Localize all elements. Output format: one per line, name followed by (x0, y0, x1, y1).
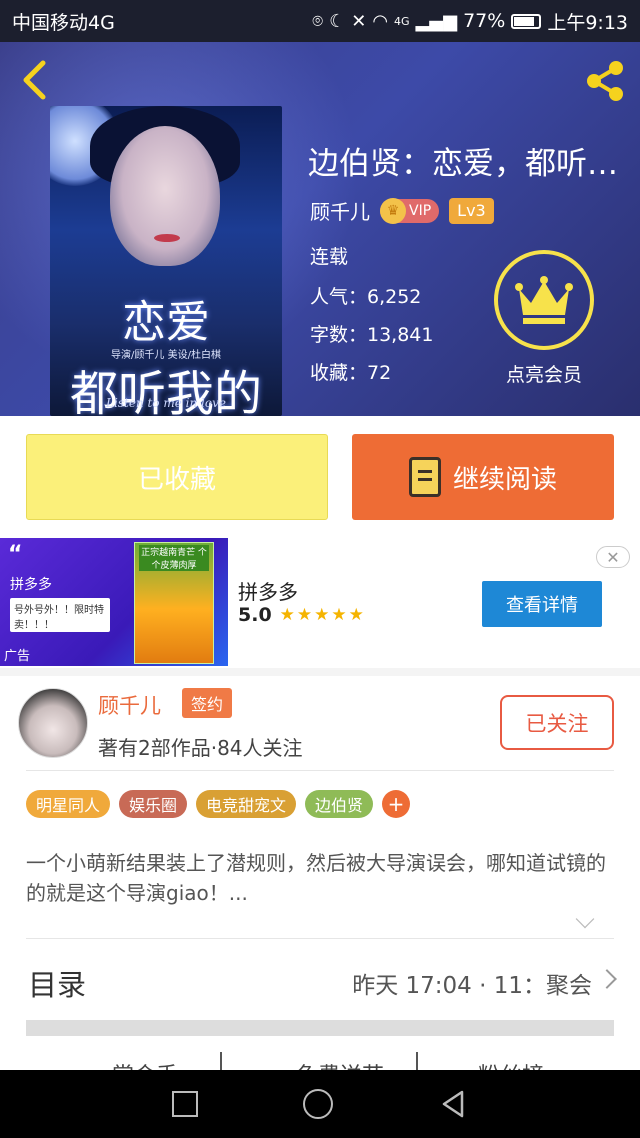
book-description[interactable]: 一个小萌新结果装上了潜规则，然后被大导演误会，哪知道试镜的的就是这个导演giao… (26, 848, 616, 908)
chevron-down-icon[interactable] (575, 909, 595, 929)
mute-icon: ✕ (351, 10, 367, 32)
chevron-right-icon[interactable] (597, 969, 617, 989)
cover-english-title: Listen to me in love (106, 396, 226, 410)
toc-latest-chapter[interactable]: 昨天 17:04 · 11：聚会 (352, 966, 592, 1000)
divider (26, 770, 614, 771)
carrier-label: 中国移动4G (12, 11, 115, 34)
tab-separator (416, 1052, 418, 1070)
tab-separator (220, 1052, 222, 1070)
quote-icon: “ (8, 542, 23, 567)
tag-item[interactable]: 娱乐圈 (119, 790, 188, 818)
tag-more-button[interactable]: + (382, 790, 411, 818)
ad-image[interactable]: “ 拼多多 号外号外！！限时特卖！！！ 广告 正宗越南青芒 个个皮薄肉厚 (0, 538, 228, 666)
cover-face (110, 126, 220, 266)
tag-item[interactable]: 电竞甜宠文 (196, 790, 297, 818)
author-card: 顾千儿 签约 著有2部作品·84人关注 已关注 明星同人 娱乐圈 电竞甜宠文 边… (0, 676, 640, 1070)
share-button[interactable] (582, 58, 628, 104)
favorited-button[interactable]: 已收藏 (26, 434, 328, 520)
section-separator (26, 1020, 614, 1036)
wifi-icon: ◠ (372, 10, 389, 32)
back-triangle-icon[interactable] (438, 1089, 468, 1119)
back-arrow-icon (23, 60, 46, 100)
tag-list: 明星同人 娱乐圈 电竞甜宠文 边伯贤 + (26, 790, 411, 818)
member-label: 点亮会员 (505, 364, 582, 386)
tag-item[interactable]: 明星同人 (26, 790, 111, 818)
ad-product-text: 正宗越南青芒 个个皮薄肉厚 (139, 545, 209, 571)
home-icon[interactable] (302, 1089, 333, 1119)
location-icon: ⌾ (312, 10, 324, 32)
share-icon (587, 61, 623, 101)
back-button[interactable] (14, 60, 54, 100)
crown-icon: ♛ (380, 197, 406, 224)
divider (26, 938, 614, 939)
follow-button[interactable]: 已关注 (500, 695, 614, 750)
book-cover[interactable]: 恋爱 导演/顾千儿 美设/杜白棋 都听我的 Listen to me in lo… (50, 106, 282, 416)
ad-product-image: 正宗越南青芒 个个皮薄肉厚 (134, 542, 214, 664)
ad-brand-name: 拼多多 (238, 580, 298, 604)
action-bar: 已收藏 继续阅读 (0, 416, 640, 538)
tag-item[interactable]: 边伯贤 (305, 790, 374, 818)
moon-icon: ☾ (329, 10, 346, 32)
system-nav-bar (0, 1070, 640, 1138)
ad-tag: 广告 (4, 649, 31, 664)
continue-reading-label: 继续阅读 (452, 464, 557, 495)
star-icons: ★★★★★ (279, 605, 366, 625)
author-card-name[interactable]: 顾千儿 (98, 690, 161, 720)
level-badge: Lv3 (449, 197, 494, 224)
ad-close-button[interactable]: ✕ (596, 546, 630, 568)
battery-icon (511, 13, 542, 29)
ad-rating-value: 5.0 (238, 604, 272, 626)
author-row: 顾千儿 ♛ VIP Lv3 (310, 196, 494, 225)
tab-free-flowers[interactable]: 免费送花 (296, 1058, 384, 1070)
author-info: 著有2部作品·84人关注 (98, 736, 303, 760)
book-header: 恋爱 导演/顾千儿 美设/杜白棋 都听我的 Listen to me in lo… (0, 42, 640, 416)
ad-details-button[interactable]: 查看详情 (482, 581, 602, 627)
book-title: 边伯贤：恋爱，都听… (308, 146, 618, 182)
continue-reading-button[interactable]: 继续阅读 (352, 434, 614, 520)
status-bar: 中国移动4G ⌾ ☾ ✕ ◠ 4G ▂▄▆ 77% 上午9:13 (0, 0, 640, 42)
serial-status: 连载 (310, 246, 349, 268)
ad-bubble: 号外号外！！限时特卖！！！ (10, 598, 110, 632)
author-name[interactable]: 顾千儿 (310, 196, 370, 225)
tab-gold-hand[interactable]: 掌金手 (112, 1058, 178, 1070)
vip-badge: ♛ VIP (380, 197, 440, 224)
recent-apps-icon[interactable] (172, 1091, 199, 1117)
ad-rating: 5.0 ★★★★★ (238, 604, 366, 626)
battery-percent: 77% (463, 10, 506, 32)
ad-banner[interactable]: “ 拼多多 号外号外！！限时特卖！！！ 广告 正宗越南青芒 个个皮薄肉厚 拼多多… (0, 538, 640, 668)
member-button[interactable]: 点亮会员 (492, 250, 596, 387)
vip-label: VIP (409, 202, 432, 219)
status-icons: ⌾ ☾ ✕ ◠ 4G ▂▄▆ 77% 上午9:13 (312, 8, 628, 35)
book-icon (408, 457, 441, 497)
member-ring (494, 250, 594, 350)
favorites-stat: 收藏：72 (310, 362, 392, 384)
clock: 上午9:13 (547, 11, 628, 34)
word-count-stat: 字数：13,841 (310, 324, 434, 346)
cover-lips (154, 234, 180, 242)
cover-title-line1: 恋爱 (122, 297, 210, 348)
popularity-stat: 人气：6,252 (310, 286, 422, 308)
avatar[interactable] (18, 688, 88, 758)
crown-icon (515, 276, 573, 324)
signed-badge: 签约 (182, 688, 233, 718)
toc-label[interactable]: 目录 (28, 962, 86, 1004)
signal-icon: ▂▄▆ (415, 10, 458, 32)
tab-fan-ranking[interactable]: 粉丝榜 (478, 1058, 544, 1070)
network-label: 4G (394, 14, 410, 28)
bottom-tabs: 掌金手 免费送花 粉丝榜 (0, 1046, 640, 1070)
ad-image-brand: 拼多多 (10, 577, 52, 593)
